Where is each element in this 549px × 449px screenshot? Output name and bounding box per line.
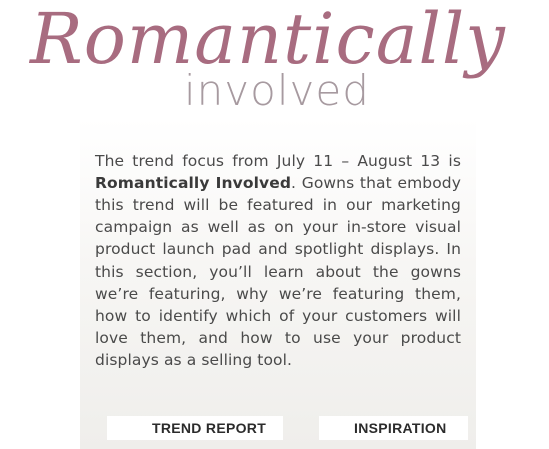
intro-paragraph: The trend focus from July 11 – August 13… xyxy=(95,150,461,372)
page-subtitle: involved xyxy=(184,66,370,115)
intro-highlight: Romantically Involved xyxy=(95,173,292,192)
page: Romantically involved The trend focus fr… xyxy=(0,0,549,449)
inspiration-label: INSPIRATION xyxy=(354,420,447,436)
inspiration-button[interactable]: INSPIRATION xyxy=(319,416,468,440)
intro-text-after: . Gowns that embody this trend will be f… xyxy=(95,173,462,370)
trend-report-button[interactable]: TREND REPORT xyxy=(107,416,283,440)
trend-report-label: TREND REPORT xyxy=(152,420,267,436)
intro-text-before: The trend focus from July 11 – August 13… xyxy=(95,151,461,170)
